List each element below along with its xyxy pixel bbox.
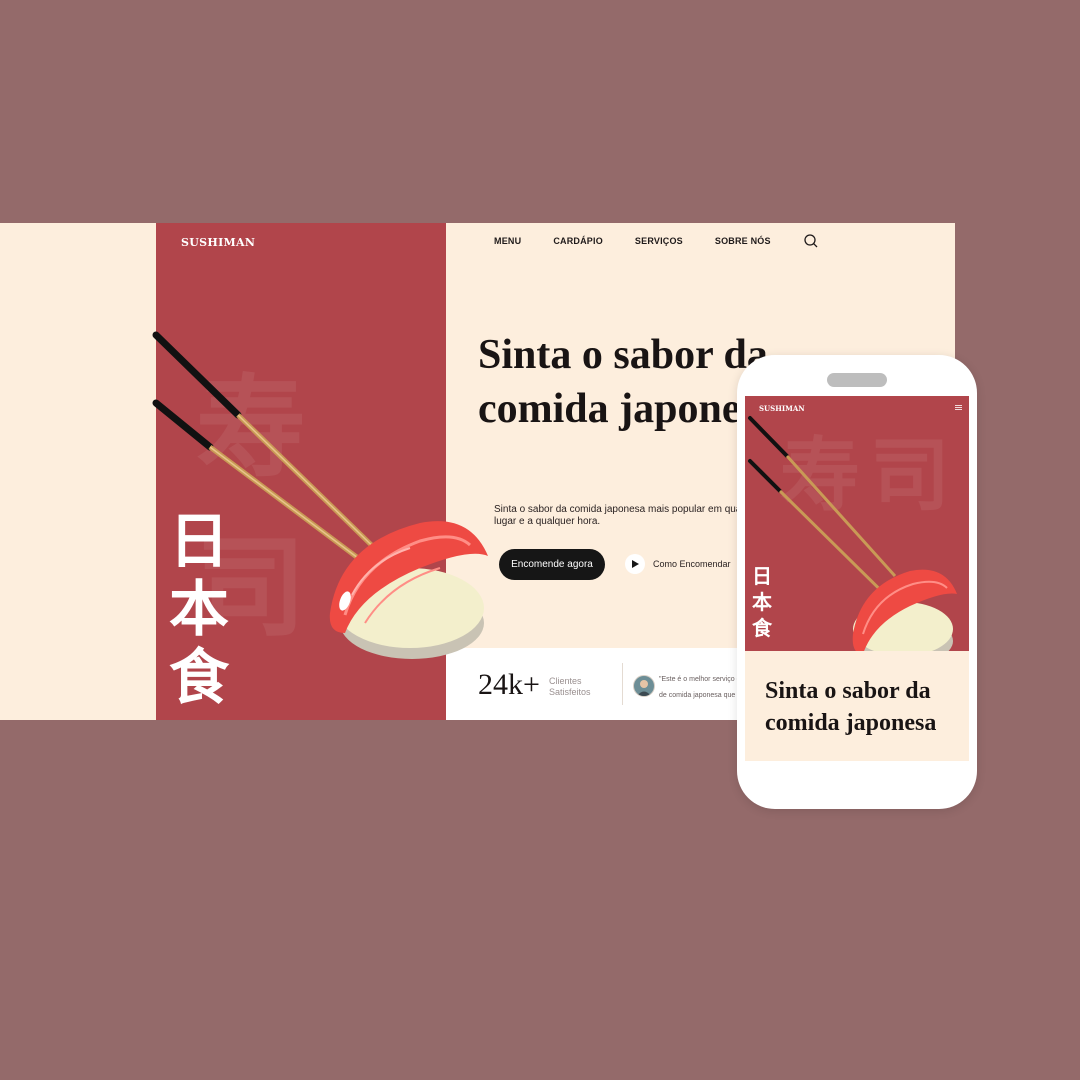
hero-description-line: Sinta o sabor da comida japonesa mais po… <box>494 504 750 515</box>
hero-red-panel: SUSHIMAN 寿司 日本食 <box>156 223 446 720</box>
hero-title: Sinta o sabor da comida japonesa <box>478 332 778 432</box>
phone-notch <box>827 373 887 387</box>
top-nav: MENU CARDÁPIO SERVIÇOS SOBRE NÓS <box>494 231 819 251</box>
search-icon[interactable] <box>803 233 819 249</box>
kanji-vertical: 日本食 <box>169 507 229 713</box>
testimonial-text: "Este é o melhor serviço de de comida ja… <box>659 672 749 704</box>
phone-mockup: SUSHIMAN 寿司 日本食 Sinta o sabor da comida … <box>737 355 977 809</box>
nav-item-cardapio[interactable]: CARDÁPIO <box>553 236 603 246</box>
divider <box>622 663 623 705</box>
mobile-sushi-illustration <box>748 416 957 651</box>
play-icon <box>625 554 645 574</box>
customers-label: Clientes Satisfeitos <box>549 676 609 698</box>
left-cream-strip <box>0 223 156 720</box>
how-to-order-link[interactable]: Como Encomendar <box>625 554 731 574</box>
avatar <box>633 675 655 697</box>
customers-label-line: Satisfeitos <box>549 687 591 697</box>
mobile-hero-title: Sinta o sabor da comida japonesa <box>765 678 937 736</box>
nav-item-servicos[interactable]: SERVIÇOS <box>635 236 683 246</box>
nav-item-menu[interactable]: MENU <box>494 236 521 246</box>
nav-item-sobre-nos[interactable]: SOBRE NÓS <box>715 236 771 246</box>
testimonial-line: "Este é o melhor serviço de <box>659 676 745 683</box>
customers-label-line: Clientes <box>549 676 582 686</box>
hero-description-line: lugar e a qualquer hora. <box>494 516 601 527</box>
how-to-order-label: Como Encomendar <box>653 559 731 569</box>
mobile-hero-red-panel: SUSHIMAN 寿司 日本食 <box>745 396 969 651</box>
order-now-button[interactable]: Encomende agora <box>499 549 605 580</box>
brand-logo[interactable]: SUSHIMAN <box>181 236 255 249</box>
customers-count: 24k+ <box>478 668 540 701</box>
testimonial-line: de comida japonesa que já <box>659 692 743 699</box>
phone-screen: SUSHIMAN 寿司 日本食 Sinta o sabor da comida … <box>745 396 969 761</box>
hero-description: Sinta o sabor da comida japonesa mais po… <box>494 504 754 528</box>
